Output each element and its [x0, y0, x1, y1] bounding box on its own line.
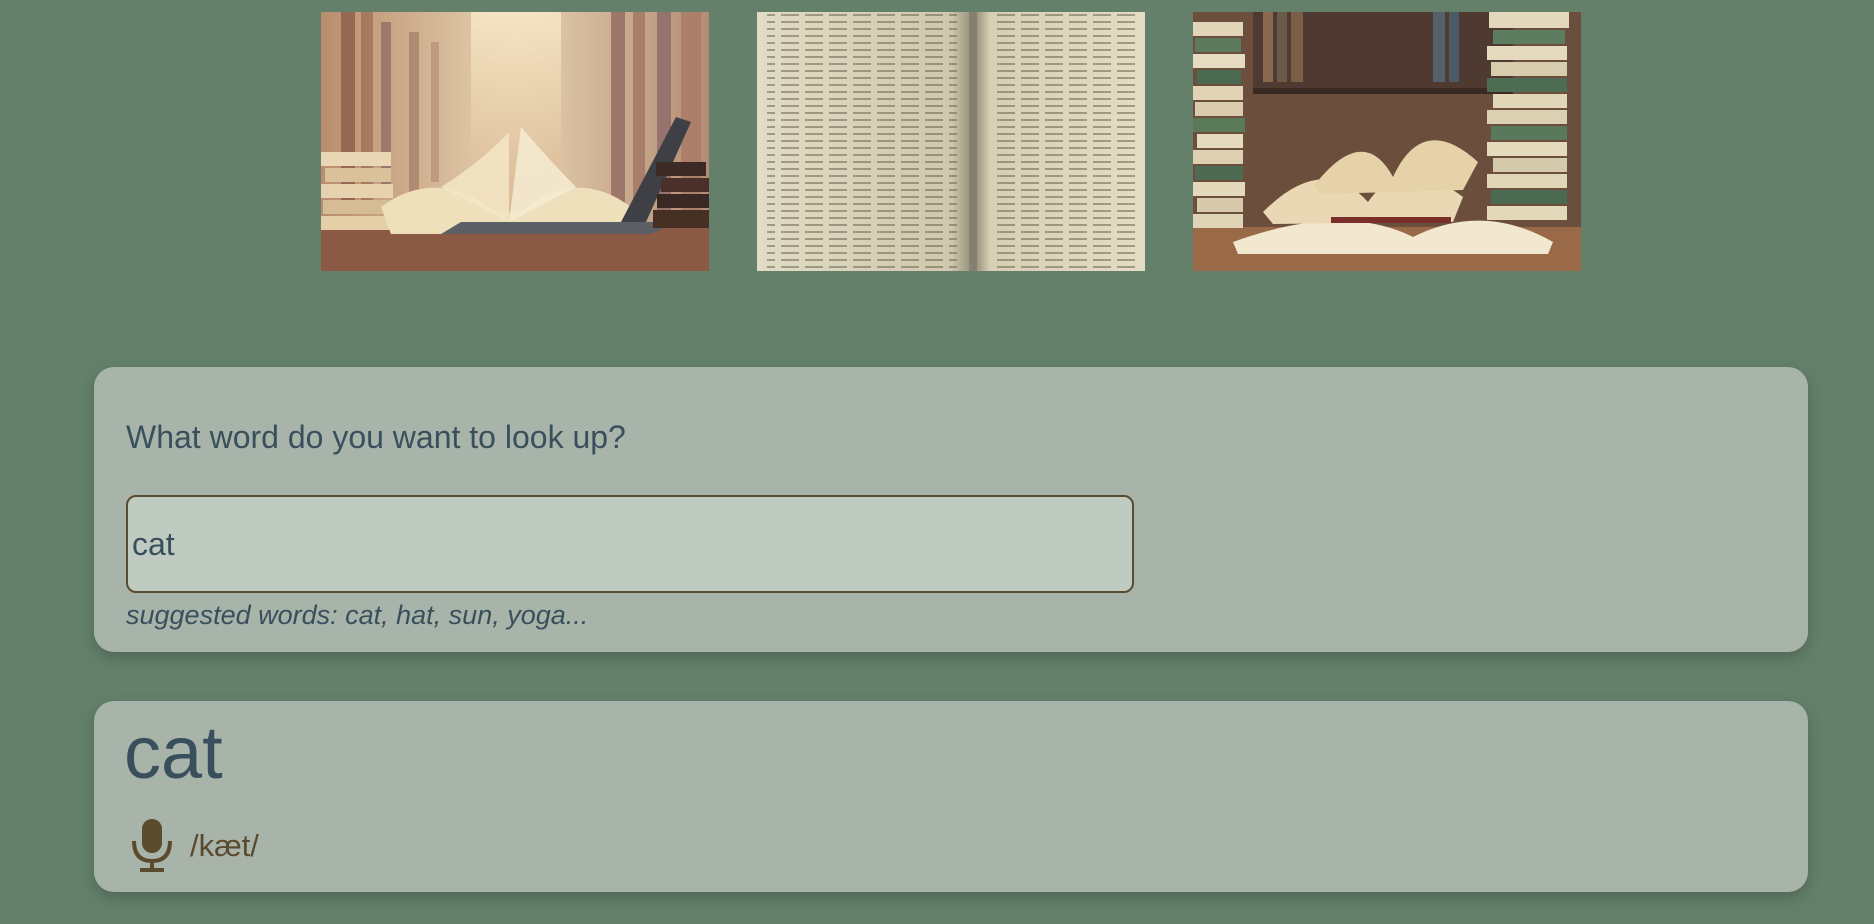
- search-input[interactable]: [126, 495, 1134, 593]
- microphone-icon[interactable]: [130, 819, 174, 873]
- suggested-words-hint: suggested words: cat, hat, sun, yoga...: [126, 600, 589, 630]
- stacked-books-photo: [1193, 12, 1581, 271]
- search-heading: What word do you want to look up?: [126, 419, 626, 455]
- pronunciation-row: /kæt/: [130, 819, 259, 873]
- search-card: What word do you want to look up? sugges…: [94, 367, 1808, 652]
- dictionary-pages-photo: [757, 12, 1145, 271]
- phonetic-text: /kæt/: [190, 828, 259, 863]
- library-books-laptop-photo: [321, 12, 709, 271]
- result-card: cat /kæt/: [94, 701, 1808, 892]
- dictionary-page: What word do you want to look up? sugges…: [0, 0, 1874, 924]
- image-gallery: [321, 12, 1581, 271]
- result-word: cat: [124, 711, 223, 794]
